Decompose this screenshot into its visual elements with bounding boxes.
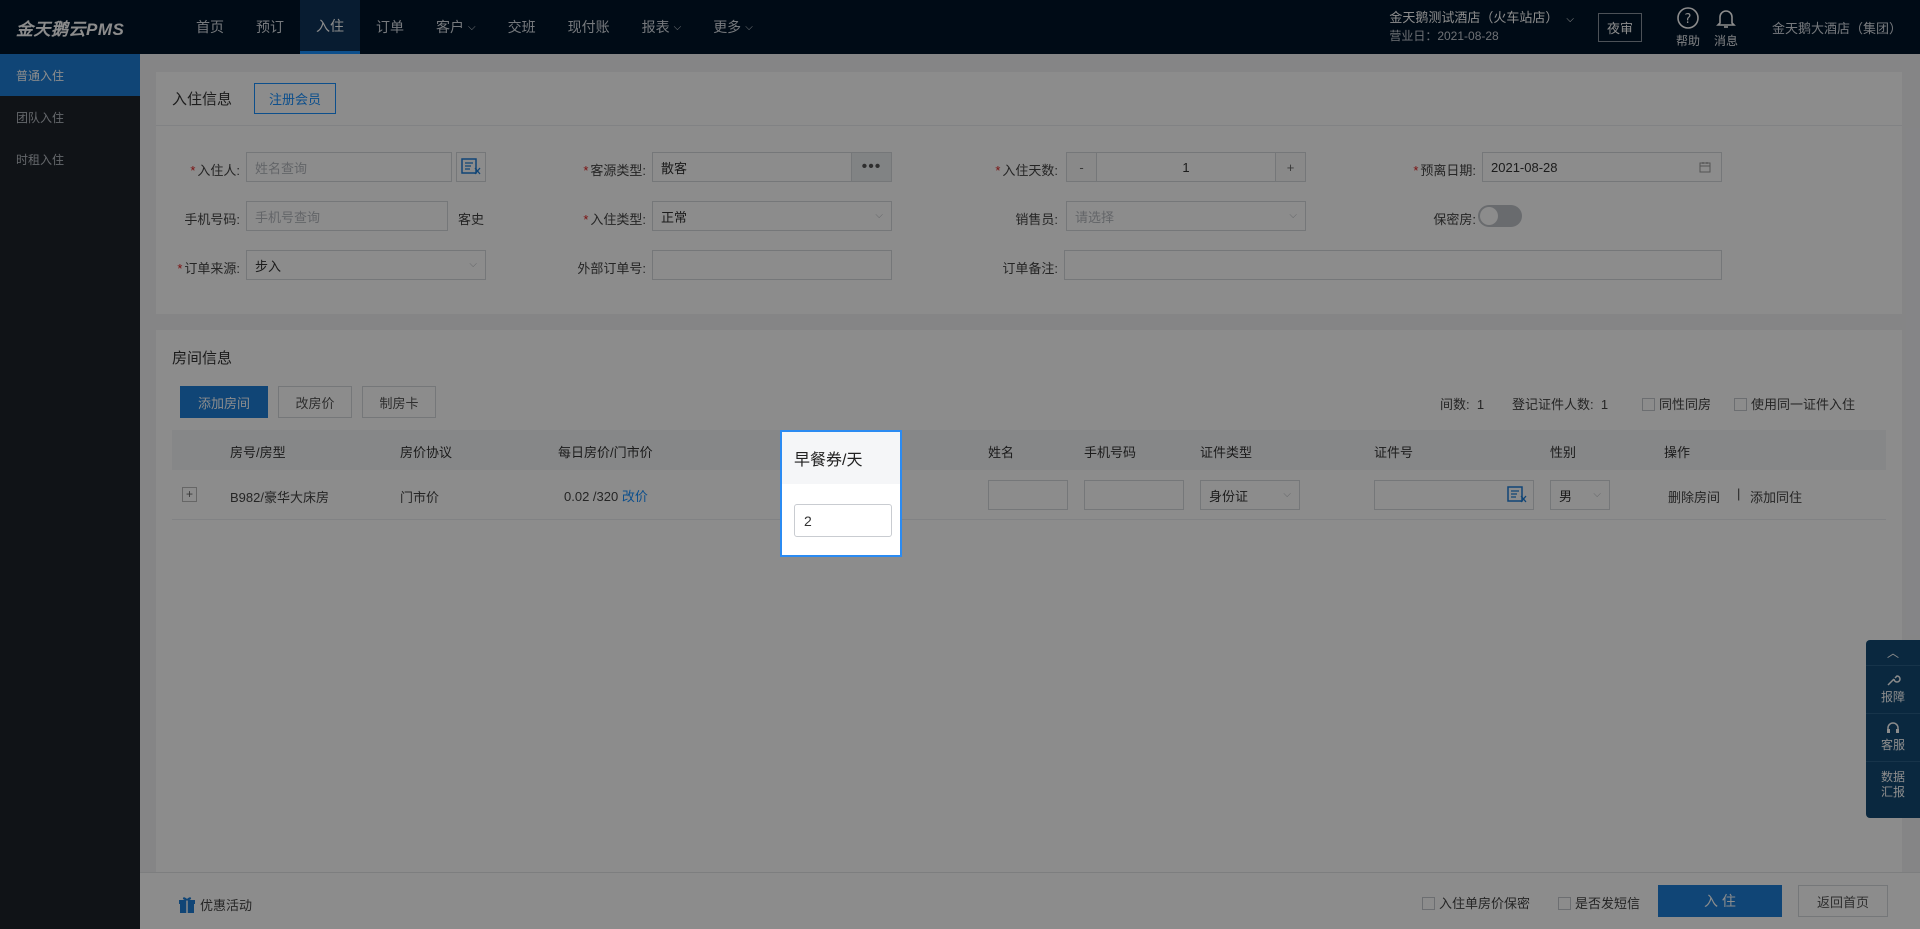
- breakfast-voucher-input[interactable]: 2: [794, 504, 892, 537]
- modal-overlay[interactable]: [0, 0, 1920, 929]
- breakfast-voucher-popup: 早餐券/天 2: [780, 430, 902, 557]
- breakfast-voucher-title: 早餐券/天: [782, 432, 900, 484]
